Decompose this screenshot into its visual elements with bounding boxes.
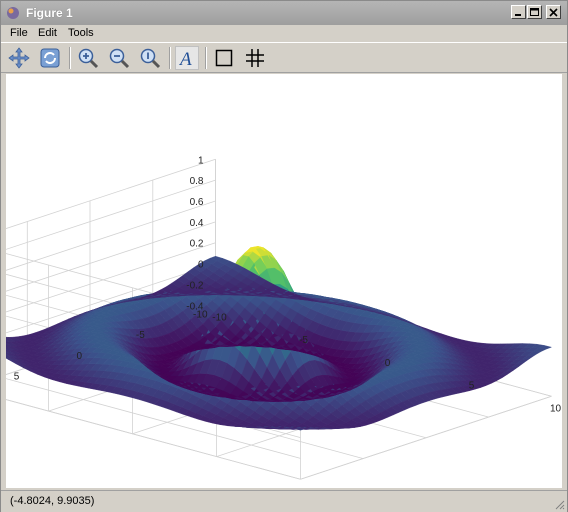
resize-grip-icon[interactable] (553, 498, 565, 510)
toolbar-separator (69, 47, 70, 69)
close-button[interactable] (546, 5, 561, 19)
z-tick-label: 0.8 (190, 176, 204, 187)
zoom-out-button[interactable] (107, 46, 131, 70)
zoom-out-icon (109, 48, 130, 69)
z-gridline (0, 158, 216, 231)
grid-icon (246, 49, 264, 67)
menu-tools[interactable]: Tools (68, 27, 94, 39)
maximize-icon (530, 8, 539, 16)
text-icon: A (178, 49, 192, 70)
zoom-in-button[interactable] (76, 46, 100, 70)
x-tick-label: 5 (469, 381, 475, 392)
zoom-in-icon (78, 48, 99, 69)
z-gridline (0, 179, 216, 252)
minimize-button[interactable] (511, 5, 526, 19)
x-tick-label: 0 (385, 358, 391, 369)
grid-button[interactable] (243, 46, 267, 70)
surface-plot[interactable]: 10.80.60.40.20-0.2-0.4-10-50510-10-50510 (0, 74, 562, 488)
z-tick-label: 1 (198, 155, 204, 166)
y-tick-label: -5 (136, 330, 145, 341)
pan-icon (8, 47, 30, 69)
svg-text:A: A (178, 49, 192, 69)
app-icon (7, 7, 19, 19)
minimize-icon (515, 14, 521, 16)
zoom-reset-button[interactable] (138, 46, 162, 70)
window-title: Figure 1 (26, 6, 73, 20)
surface-mesh (0, 245, 553, 431)
menu-file[interactable]: File (10, 27, 28, 39)
x-tick-label: 10 (550, 403, 562, 414)
zoom-reset-icon (140, 48, 161, 69)
rotate-icon (40, 48, 60, 68)
y-tick-label: 5 (14, 372, 20, 383)
z-tick-label: 0.6 (190, 197, 204, 208)
toolbar-separator (205, 47, 206, 69)
figure-window: Figure 1 File Edit Tools A 1 0.8 0.6 0.4… (0, 0, 568, 512)
y-tick-label: 0 (76, 351, 82, 362)
z-gridline (0, 200, 216, 273)
rotate-button[interactable] (38, 46, 62, 70)
z-tick-label: 0.4 (190, 218, 204, 229)
x-tick-label: -10 (212, 312, 227, 323)
z-tick-label: 0.2 (190, 239, 204, 250)
y-tick-label: -10 (193, 309, 208, 320)
z-tick-label: -0.2 (186, 280, 204, 291)
pan-button[interactable] (7, 46, 31, 70)
box-icon (215, 49, 233, 67)
close-icon (549, 8, 558, 17)
toolbar: A (1, 42, 567, 73)
x-tick-label: -5 (299, 335, 308, 346)
toolbar-separator (169, 47, 170, 69)
status-bar: (-4.8024, 9.9035) (1, 490, 567, 512)
menu-edit[interactable]: Edit (38, 27, 57, 39)
box-button[interactable] (212, 46, 236, 70)
maximize-button[interactable] (527, 5, 542, 19)
cursor-coordinates: (-4.8024, 9.9035) (10, 495, 95, 507)
plot-canvas[interactable]: 10.80.60.40.20-0.2-0.4-10-50510-10-50510 (0, 74, 562, 488)
z-tick-label: 0 (198, 260, 204, 271)
menu-bar: File Edit Tools (1, 25, 567, 42)
text-button[interactable]: A (175, 46, 199, 70)
title-bar[interactable]: Figure 1 (1, 1, 567, 25)
